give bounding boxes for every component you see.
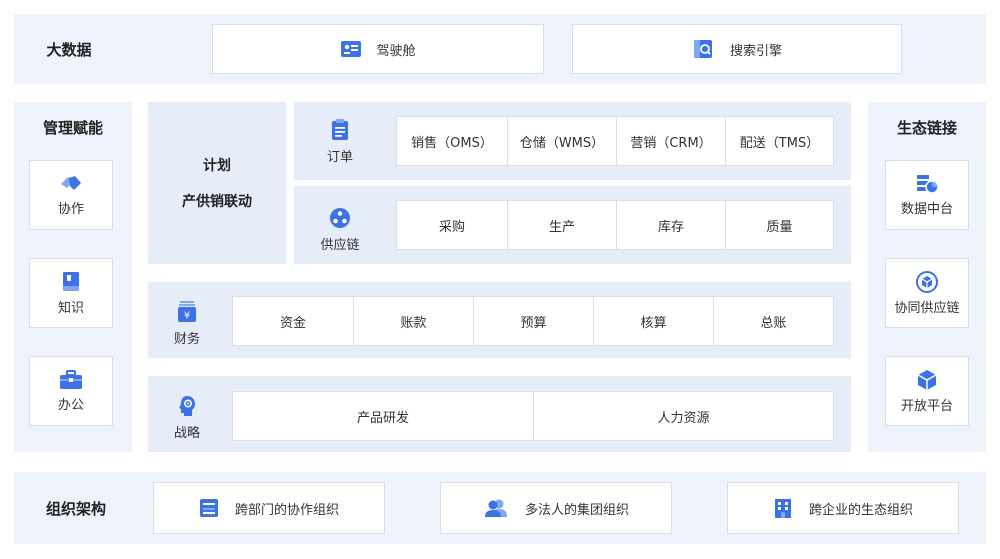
supply-cell-quality[interactable]: 质量 [725, 201, 833, 249]
order-label-group: 订单 [306, 112, 374, 172]
briefcase-icon [60, 369, 82, 389]
knowledge-label: 知识 [57, 300, 84, 316]
supply-cells: 采购 生产 库存 质量 [396, 200, 834, 250]
collab-supply-label: 协同供应链 [894, 300, 960, 316]
people-icon [484, 499, 507, 517]
plan-title: 计划 [203, 158, 231, 174]
data-platform-label: 数据中台 [900, 201, 953, 217]
svg-text:¥: ¥ [184, 311, 190, 322]
supply-label: 供应链 [320, 238, 360, 253]
multi-entity-card[interactable]: 多法人的集团组织 [440, 482, 672, 534]
left-panel-title: 管理赋能 [42, 118, 103, 137]
plan-block: 计划 产供销联动 [148, 102, 286, 264]
right-panel-title: 生态链接 [896, 118, 957, 137]
cube-circle-icon [916, 270, 938, 293]
cross-dept-card[interactable]: 跨部门的协作组织 [153, 482, 385, 534]
open-platform-label: 开放平台 [900, 398, 953, 414]
collab-supply-card[interactable]: 协同供应链 [885, 258, 969, 328]
cross-enterprise-card[interactable]: 跨企业的生态组织 [727, 482, 959, 534]
dashboard-card[interactable]: 驾驶舱 [212, 24, 544, 74]
dashboard-label: 驾驶舱 [376, 43, 416, 59]
order-label: 订单 [326, 150, 353, 165]
data-platform-card[interactable]: 数据中台 [885, 160, 969, 230]
finance-cell-budget[interactable]: 预算 [473, 297, 593, 345]
finance-cell-funds[interactable]: 资金 [233, 297, 353, 345]
search-engine-label: 搜索引擎 [729, 43, 782, 59]
office-label: 办公 [57, 397, 84, 413]
clipboard-icon [332, 119, 348, 140]
finance-cells: 资金 账款 预算 核算 总账 [232, 296, 834, 346]
order-cell-tms[interactable]: 配送（TMS） [725, 117, 833, 165]
finance-cell-accounting[interactable]: 核算 [593, 297, 713, 345]
finance-cell-accounts[interactable]: 账款 [353, 297, 473, 345]
open-platform-card[interactable]: 开放平台 [885, 356, 969, 426]
search-engine-card[interactable]: 搜索引擎 [572, 24, 902, 74]
cross-enterprise-label: 跨企业的生态组织 [808, 502, 913, 518]
strategy-cells: 产品研发 人力资源 [232, 391, 834, 441]
strategy-label-group: 战略 [156, 390, 218, 446]
collaboration-card[interactable]: 协作 [29, 160, 113, 230]
dashboard-icon [341, 41, 362, 57]
supply-cell-purchase[interactable]: 采购 [397, 201, 507, 249]
supply-label-group: 供应链 [306, 200, 374, 260]
strategy-cell-hr[interactable]: 人力资源 [533, 392, 833, 440]
knowledge-card[interactable]: 知识 [29, 258, 113, 328]
strategy-label: 战略 [173, 426, 200, 441]
multi-entity-label: 多法人的集团组织 [524, 502, 629, 518]
order-cells: 销售（OMS） 仓储（WMS） 营销（CRM） 配送（TMS） [396, 116, 834, 166]
building-icon [774, 499, 791, 518]
top-band-title: 大数据 [46, 40, 92, 59]
cross-dept-label: 跨部门的协作组织 [234, 502, 339, 518]
office-card[interactable]: 办公 [29, 356, 113, 426]
head-gear-icon [179, 396, 195, 416]
finance-label-group: ¥ 财务 [156, 296, 218, 352]
order-cell-wms[interactable]: 仓储（WMS） [507, 117, 616, 165]
bottom-band-title: 组织架构 [45, 499, 106, 518]
data-platform-icon [917, 174, 939, 194]
org-card-icon [199, 499, 218, 517]
order-cell-oms[interactable]: 销售（OMS） [397, 117, 507, 165]
finance-label: 财务 [173, 332, 200, 347]
strategy-cell-rnd[interactable]: 产品研发 [233, 392, 533, 440]
search-engine-icon [693, 40, 712, 58]
network-icon [330, 208, 350, 228]
collaboration-label: 协作 [57, 201, 84, 217]
cube-icon [917, 369, 937, 390]
supply-cell-production[interactable]: 生产 [507, 201, 616, 249]
order-cell-crm[interactable]: 营销（CRM） [616, 117, 725, 165]
book-icon [63, 271, 79, 291]
yuan-box-icon: ¥ [178, 301, 196, 322]
handshake-icon [61, 175, 81, 190]
supply-cell-inventory[interactable]: 库存 [616, 201, 725, 249]
plan-subtitle: 产供销联动 [182, 194, 252, 210]
finance-cell-ledger[interactable]: 总账 [713, 297, 833, 345]
